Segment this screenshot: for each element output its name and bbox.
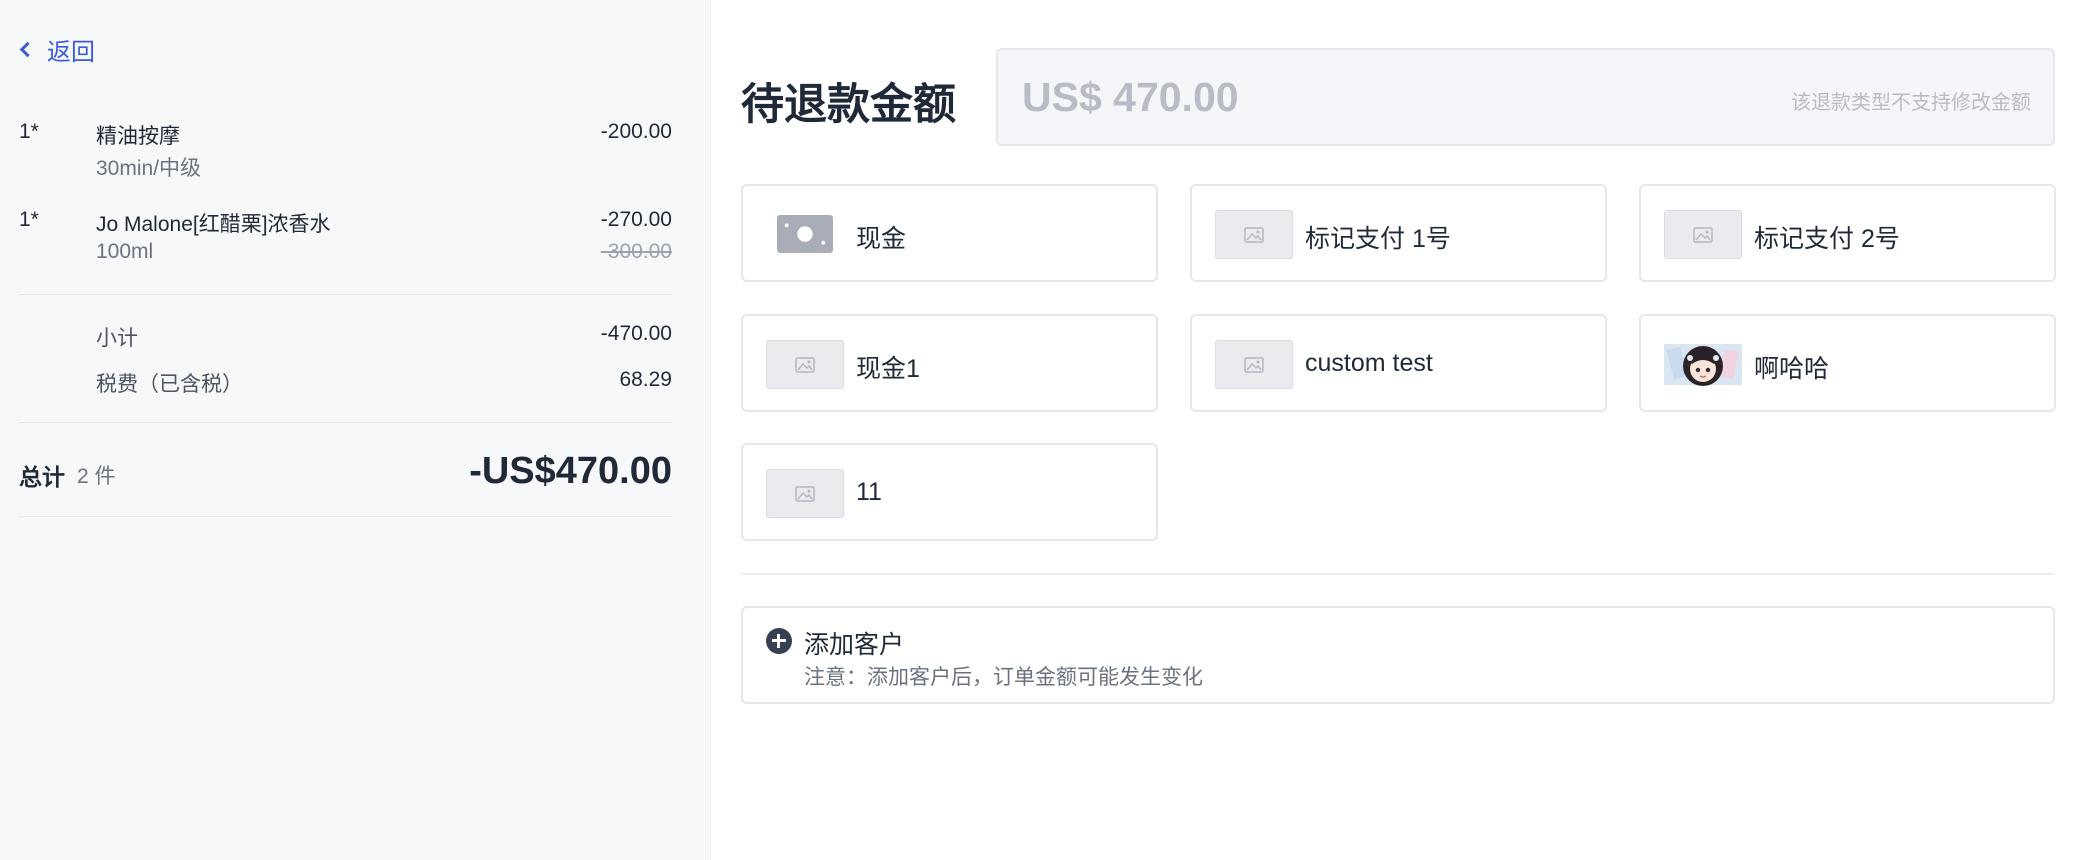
tax-label: 税费（已含税） bbox=[96, 373, 243, 396]
divider bbox=[19, 294, 672, 295]
refund-amount-title: 待退款金额 bbox=[741, 81, 956, 129]
add-customer-note: 注意：添加客户后，订单金额可能发生变化 bbox=[804, 666, 1203, 689]
payment-method-label: 现金 bbox=[856, 225, 907, 253]
plus-circle-icon bbox=[766, 628, 792, 654]
item-original-price: -300.00 bbox=[600, 240, 672, 263]
add-customer-button[interactable]: 添加客户 注意：添加客户后，订单金额可能发生变化 bbox=[741, 606, 2055, 704]
payment-method-label: 标记支付 2号 bbox=[1754, 225, 1900, 253]
payment-method-label: 啊哈哈 bbox=[1754, 355, 1830, 383]
total-item-count: 2 件 bbox=[77, 465, 116, 488]
order-summary-panel: 返回 1* 精油按摩 30min/中级 -200.00 1* Jo Malone… bbox=[0, 0, 711, 860]
back-button[interactable]: 返回 bbox=[18, 33, 95, 66]
total-row: 总计 2 件 -US$470.00 bbox=[19, 450, 672, 492]
cash-icon bbox=[777, 215, 833, 253]
tax-value: 68.29 bbox=[619, 368, 672, 391]
item-quantity: 1* bbox=[19, 120, 39, 143]
refund-screen: 返回 1* 精油按摩 30min/中级 -200.00 1* Jo Malone… bbox=[0, 0, 2084, 860]
payment-method-11[interactable]: 11 bbox=[741, 443, 1158, 541]
chevron-left-icon bbox=[19, 41, 36, 57]
payment-method-label: 现金1 bbox=[856, 355, 920, 383]
back-label: 返回 bbox=[47, 38, 95, 66]
image-placeholder-icon bbox=[766, 469, 844, 518]
payment-method-mark-1[interactable]: 标记支付 1号 bbox=[1190, 184, 1607, 282]
avatar-image-icon bbox=[1664, 340, 1742, 389]
refund-amount-value: US$ 470.00 bbox=[1022, 74, 1239, 120]
refund-amount-field: US$ 470.00 该退款类型不支持修改金额 bbox=[996, 48, 2055, 146]
payment-method-mark-2[interactable]: 标记支付 2号 bbox=[1639, 184, 2056, 282]
item-quantity: 1* bbox=[19, 208, 39, 231]
item-price: -270.00 bbox=[600, 208, 672, 231]
refund-amount-hint: 该退款类型不支持修改金额 bbox=[1791, 92, 2031, 114]
image-placeholder-icon bbox=[1215, 210, 1293, 259]
payment-method-label: 标记支付 1号 bbox=[1305, 225, 1451, 253]
total-value: -US$470.00 bbox=[469, 450, 672, 492]
divider bbox=[741, 573, 2055, 575]
item-price: -200.00 bbox=[600, 120, 672, 143]
payment-method-cash[interactable]: 现金 bbox=[741, 184, 1158, 282]
payment-method-cash-1[interactable]: 现金1 bbox=[741, 314, 1158, 412]
item-name: 精油按摩 bbox=[96, 125, 180, 148]
subtotal-value: -470.00 bbox=[600, 322, 672, 345]
payment-method-label: custom test bbox=[1305, 349, 1433, 377]
divider bbox=[19, 516, 672, 517]
payment-method-ahaha[interactable]: 啊哈哈 bbox=[1639, 314, 2056, 412]
payment-method-label: 11 bbox=[856, 478, 882, 506]
image-placeholder-icon bbox=[766, 340, 844, 389]
total-label: 总计 bbox=[19, 464, 65, 490]
payment-method-custom-test[interactable]: custom test bbox=[1190, 314, 1607, 412]
subtotal-row: 小计 -470.00 bbox=[19, 322, 672, 352]
item-name: Jo Malone[红醋栗]浓香水 bbox=[96, 213, 331, 236]
divider bbox=[19, 422, 672, 423]
tax-row: 税费（已含税） 68.29 bbox=[19, 368, 672, 398]
item-variant: 30min/中级 bbox=[96, 157, 202, 180]
image-placeholder-icon bbox=[1215, 340, 1293, 389]
add-customer-label: 添加客户 bbox=[804, 631, 905, 659]
image-placeholder-icon bbox=[1664, 210, 1742, 259]
subtotal-label: 小计 bbox=[96, 327, 138, 350]
item-variant: 100ml bbox=[96, 240, 154, 263]
